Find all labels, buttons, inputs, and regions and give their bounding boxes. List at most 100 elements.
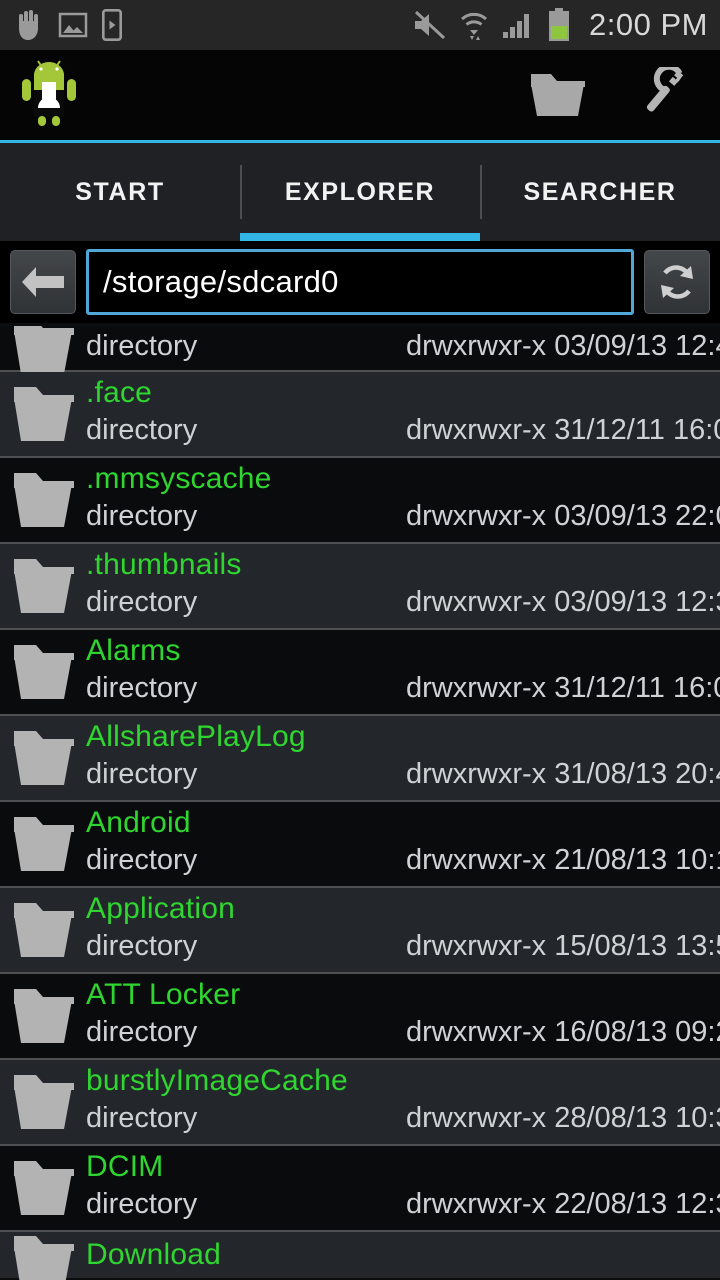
file-permissions-date: drwxrwxr-x 21/08/13 10:12:22 (406, 844, 720, 876)
file-permissions-date: drwxrwxr-x 16/08/13 09:24:56 (406, 1016, 720, 1048)
file-row-text: .mmsyscache directory drwxrwxr-x 03/09/13 … (86, 458, 720, 542)
mute-icon (415, 11, 446, 39)
settings-action-button[interactable] (638, 65, 698, 125)
file-name: DCIM (86, 1150, 164, 1183)
file-row-text: Alarms directory drwxrwxr-x 31/12/11 16:01… (86, 630, 720, 714)
refresh-icon (661, 265, 693, 299)
tab-searcher-underline (480, 233, 720, 241)
tab-searcher-label: SEARCHER (523, 177, 677, 206)
file-type: directory (86, 1188, 198, 1220)
file-name: burstlyImageCache (86, 1064, 348, 1097)
status-bar-right-icons: 2:00 PM (413, 7, 708, 43)
file-type: directory (86, 1016, 198, 1048)
file-type: directory (86, 930, 198, 962)
signal-icon (503, 14, 530, 38)
app-screen: 2:00 PM START EXPLORER SEARCHER /storage… (0, 0, 720, 1280)
app-bar (0, 50, 720, 143)
file-row[interactable]: Application directory drwxrwxr-x 15/08/13 … (0, 888, 720, 974)
file-type: directory (86, 330, 198, 362)
file-row[interactable]: DCIM directory drwxrwxr-x 22/08/13 12:34:2… (0, 1146, 720, 1232)
file-row[interactable]: Android directory drwxrwxr-x 21/08/13 10:1… (0, 802, 720, 888)
image-icon (58, 12, 88, 38)
status-bar-left-icons (14, 9, 122, 41)
folder-icon (14, 1236, 74, 1280)
tab-searcher[interactable]: SEARCHER (480, 143, 720, 241)
file-type: directory (86, 1102, 198, 1134)
file-row[interactable]: Alarms directory drwxrwxr-x 31/12/11 16:01… (0, 630, 720, 716)
file-name: .mmsyscache (86, 462, 272, 495)
file-permissions-date: drwxrwxr-x 22/08/13 12:34:29 (406, 1188, 720, 1220)
status-bar: 2:00 PM (0, 0, 720, 50)
file-permissions-date: drwxrwxr-x 28/08/13 10:33:51 (406, 1102, 720, 1134)
tab-start-underline (0, 233, 240, 241)
file-name: Application (86, 892, 235, 925)
file-permissions-date: drwxrwxr-x 31/12/11 16:01:46 (406, 414, 720, 446)
file-permissions-date: drwxrwxr-x 03/09/13 12:41:46 (406, 330, 720, 362)
file-row-text: AllsharePlayLog directory drwxrwxr-x 31/08… (86, 716, 720, 800)
tab-bar: START EXPLORER SEARCHER (0, 143, 720, 241)
tab-explorer-underline (240, 233, 480, 241)
folder-icon (14, 559, 74, 613)
refresh-button[interactable] (644, 250, 710, 314)
file-name: AllsharePlayLog (86, 720, 306, 753)
file-type: directory (86, 672, 198, 704)
status-bar-clock: 2:00 PM (589, 7, 708, 42)
folder-icon (14, 817, 74, 871)
file-type: directory (86, 414, 198, 446)
file-row-text: Android directory drwxrwxr-x 21/08/13 10:1… (86, 802, 720, 886)
folder-icon (14, 387, 74, 441)
folder-icon (14, 731, 74, 785)
folder-icon (14, 989, 74, 1043)
tab-explorer[interactable]: EXPLORER (240, 143, 480, 241)
folder-icon (531, 74, 585, 116)
file-name: Android (86, 806, 191, 839)
app-bar-actions (528, 65, 698, 125)
file-type: directory (86, 500, 198, 532)
file-row-text: Downloaddirectorydrwxrwxr-x (86, 1232, 720, 1278)
file-permissions-date: drwxrwxr-x 31/12/11 16:01:46 (406, 672, 720, 704)
file-row-text: .thumbnails directory drwxrwxr-x 03/09/13 … (86, 544, 720, 628)
tab-start[interactable]: START (0, 143, 240, 241)
tab-explorer-label: EXPLORER (284, 177, 436, 206)
battery-icon (549, 8, 570, 41)
folder-icon (14, 1161, 74, 1215)
file-name: .thumbnails (86, 548, 242, 581)
file-row-text: Application directory drwxrwxr-x 15/08/13 … (86, 888, 720, 972)
folder-icon (14, 473, 74, 527)
file-row-text: directory drwxrwxr-x 03/09/13 12:41:46 (86, 326, 720, 370)
file-row[interactable]: Downloaddirectorydrwxrwxr-x (0, 1232, 720, 1280)
hand-icon (19, 10, 38, 40)
file-permissions-date: drwxrwxr-x 03/09/13 22:09:05 (406, 500, 720, 532)
file-type: directory (86, 758, 198, 790)
file-type: directory (86, 844, 198, 876)
file-row-text: DCIM directory drwxrwxr-x 22/08/13 12:34:2… (86, 1146, 720, 1230)
wifi-icon (461, 12, 488, 40)
back-arrow-icon (22, 267, 64, 297)
file-row-text: burstlyImageCache directory drwxrwxr-x 28/… (86, 1060, 720, 1144)
path-input[interactable]: /storage/sdcard0 (86, 249, 634, 315)
folder-icon (14, 903, 74, 957)
folder-icon (14, 645, 74, 699)
file-list[interactable]: directory drwxrwxr-x 03/09/13 12:41:46 .fa… (0, 326, 720, 1280)
file-name: Download (86, 1238, 222, 1271)
file-name: Alarms (86, 634, 181, 667)
file-permissions-date: drwxrwxr-x 03/09/13 12:36:38 (406, 586, 720, 618)
file-name: ATT Locker (86, 978, 241, 1011)
file-type: directory (86, 586, 198, 618)
file-row[interactable]: .mmsyscache directory drwxrwxr-x 03/09/13 … (0, 458, 720, 544)
file-row-text: ATT Locker directory drwxrwxr-x 16/08/13 0… (86, 974, 720, 1058)
file-row[interactable]: .face directory drwxrwxr-x 31/12/11 16:01:… (0, 372, 720, 458)
folder-icon (14, 326, 74, 374)
android-robot-logo (22, 60, 76, 126)
folder-icon (14, 1075, 74, 1129)
file-row[interactable]: .thumbnails directory drwxrwxr-x 03/09/13 … (0, 544, 720, 630)
file-row-text: .face directory drwxrwxr-x 31/12/11 16:01:… (86, 372, 720, 456)
back-button[interactable] (10, 250, 76, 314)
file-row[interactable]: ATT Locker directory drwxrwxr-x 16/08/13 0… (0, 974, 720, 1060)
folder-action-button[interactable] (528, 65, 588, 125)
file-name: .face (86, 376, 153, 409)
file-row[interactable]: burstlyImageCache directory drwxrwxr-x 28/… (0, 1060, 720, 1146)
file-permissions-date: drwxrwxr-x 15/08/13 13:59:34 (406, 930, 720, 962)
file-row[interactable]: directory drwxrwxr-x 03/09/13 12:41:46 (0, 326, 720, 374)
file-row[interactable]: AllsharePlayLog directory drwxrwxr-x 31/08… (0, 716, 720, 802)
